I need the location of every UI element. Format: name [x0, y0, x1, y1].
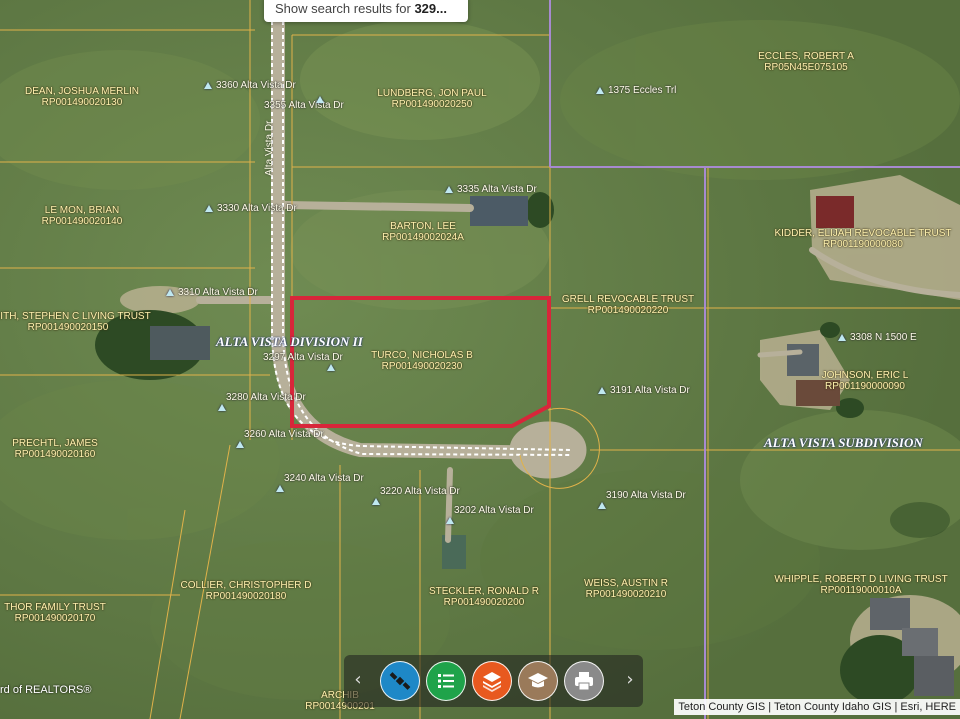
layers-icon	[483, 672, 501, 692]
realtor-credit: rd of REALTORS®	[0, 684, 92, 696]
subdivision-label: ALTA VISTA DIVISION II	[216, 334, 363, 349]
address-point[interactable]: 3220 Alta Vista Dr	[372, 486, 460, 505]
address-marker-icon	[204, 82, 212, 89]
address-point[interactable]: 3297 Alta Vista Dr	[263, 352, 343, 371]
address-marker-icon	[838, 334, 846, 341]
address-point[interactable]: 1375 Eccles Trl	[596, 85, 676, 97]
print-button[interactable]	[564, 661, 604, 701]
parcel-label[interactable]: ECCLES, ROBERT A RP05N45E075105	[758, 51, 854, 73]
address-point[interactable]: 3202 Alta Vista Dr	[446, 505, 534, 524]
toolbar-prev-arrow[interactable]: ‹	[348, 669, 368, 690]
address-marker-icon	[218, 404, 226, 411]
satellite-icon	[389, 672, 411, 690]
parcel-label[interactable]: LUNDBERG, JON PAUL RP001490020250	[377, 88, 486, 110]
address-marker-icon	[446, 517, 454, 524]
list-button[interactable]	[426, 661, 466, 701]
layers-button[interactable]	[472, 661, 512, 701]
parcel-label[interactable]: LE MON, BRIAN RP001490020140	[42, 205, 123, 227]
address-marker-icon	[327, 364, 335, 371]
address-marker-icon	[236, 441, 244, 448]
address-point[interactable]: 3240 Alta Vista Dr	[276, 473, 364, 492]
address-point[interactable]: 3360 Alta Vista Dr	[204, 80, 296, 92]
road-label: Alta Vista Dr	[264, 120, 275, 176]
address-point[interactable]: 3190 Alta Vista Dr	[598, 490, 686, 509]
parcel-label[interactable]: GRELL REVOCABLE TRUST RP001490020220	[562, 294, 694, 316]
address-marker-icon	[372, 498, 380, 505]
address-marker-icon	[596, 87, 604, 94]
parcel-label[interactable]: PRECHTL, JAMES RP001490020160	[12, 438, 98, 460]
parcel-label[interactable]: COLLIER, CHRISTOPHER D RP001490020180	[181, 580, 312, 602]
address-point[interactable]: 3310 Alta Vista Dr	[166, 287, 258, 299]
address-marker-icon	[205, 205, 213, 212]
address-marker-icon	[598, 387, 606, 394]
list-icon	[438, 674, 454, 688]
parcel-label[interactable]: BARTON, LEE RP00149002024A	[382, 221, 464, 243]
search-tip-prefix: Show search results for	[275, 1, 415, 16]
address-marker-icon	[276, 485, 284, 492]
address-point[interactable]: 3330 Alta Vista Dr	[205, 203, 297, 215]
address-point[interactable]: 3280 Alta Vista Dr	[218, 392, 306, 411]
search-tip-query: 329...	[414, 1, 447, 16]
parcel-label[interactable]: STECKLER, RONALD R RP001490020200	[429, 586, 539, 608]
address-point[interactable]: 3260 Alta Vista Dr	[236, 429, 324, 448]
parcel-label[interactable]: TURCO, NICHOLAS B RP001490020230	[371, 350, 473, 372]
map-toolbar: ‹ ›	[344, 655, 643, 707]
address-point[interactable]: 3355 Alta Vista Dr	[264, 96, 344, 112]
parcel-label[interactable]: WEISS, AUSTIN R RP001490020210	[584, 578, 668, 600]
parcel-label[interactable]: WHIPPLE, ROBERT D LIVING TRUST RP00119000…	[774, 574, 947, 596]
printer-icon	[575, 672, 593, 691]
toolbar-next-arrow[interactable]: ›	[620, 669, 640, 690]
satellite-button[interactable]	[380, 661, 420, 701]
parcel-label[interactable]: JOHNSON, ERIC L RP001190000090	[822, 370, 909, 392]
address-point[interactable]: 3308 N 1500 E	[838, 332, 917, 344]
parcel-label[interactable]: SMITH, STEPHEN C LIVING TRUST RP001490020…	[0, 311, 151, 333]
address-marker-icon	[445, 186, 453, 193]
address-marker-icon	[316, 96, 324, 103]
address-point[interactable]: 3335 Alta Vista Dr	[445, 184, 537, 196]
search-results-tooltip[interactable]: Show search results for 329...	[264, 0, 468, 22]
schools-button[interactable]	[518, 661, 558, 701]
address-marker-icon	[166, 289, 174, 296]
address-point[interactable]: 3191 Alta Vista Dr	[598, 385, 690, 397]
address-marker-icon	[598, 502, 606, 509]
map-attribution: Teton County GIS | Teton County Idaho GI…	[674, 699, 960, 715]
parcel-label[interactable]: THOR FAMILY TRUST RP001490020170	[4, 602, 106, 624]
subdivision-label: ALTA VISTA SUBDIVISION	[764, 435, 923, 450]
parcel-label[interactable]: KIDDER, ELIJAH REVOCABLE TRUST RP00119000…	[774, 228, 951, 250]
parcel-label[interactable]: DEAN, JOSHUA MERLIN RP001490020130	[25, 86, 139, 108]
graduation-cap-icon	[528, 673, 548, 688]
